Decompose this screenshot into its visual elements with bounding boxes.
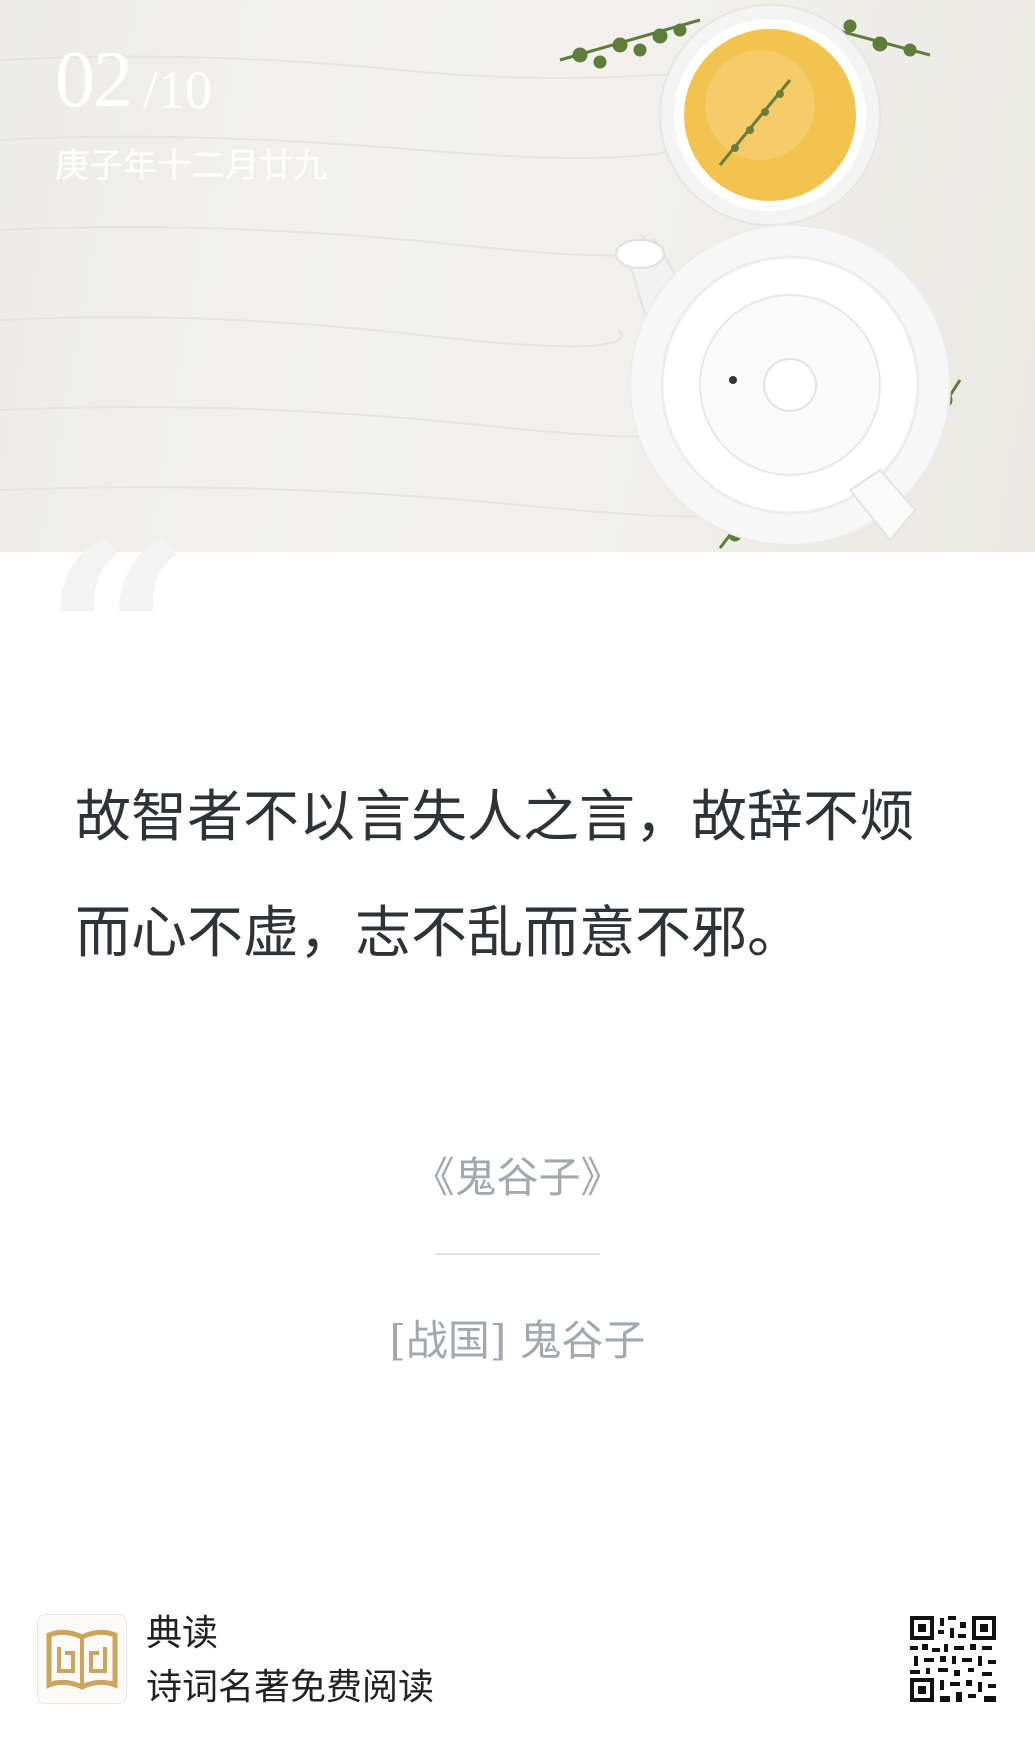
divider (435, 1253, 600, 1255)
book-logo-icon (46, 1629, 118, 1690)
author: [战国] 鬼谷子 (389, 1316, 646, 1365)
app-logo[interactable] (37, 1614, 127, 1704)
lunar-date: 庚子年十二月廿九 (55, 146, 327, 186)
quote-mark-icon: “ (42, 487, 192, 792)
date-day: 02 (55, 36, 133, 124)
header-image: 02 /10 庚子年十二月廿九 (0, 0, 1035, 552)
qr-code-icon[interactable] (910, 1616, 996, 1702)
quote-line: 而心不虚，志不乱而意不邪。 (75, 901, 803, 966)
app-name: 典读 (146, 1613, 219, 1654)
app-slogan: 诗词名著免费阅读 (146, 1667, 435, 1708)
quote-line: 故智者不以言失人之言，故辞不烦 (75, 785, 915, 850)
date-month: /10 (143, 60, 213, 120)
quote-text: 故智者不以言失人之言，故辞不烦 而心不虚，志不乱而意不邪。 (75, 760, 955, 992)
book-title: 《鬼谷子》 (412, 1153, 623, 1202)
